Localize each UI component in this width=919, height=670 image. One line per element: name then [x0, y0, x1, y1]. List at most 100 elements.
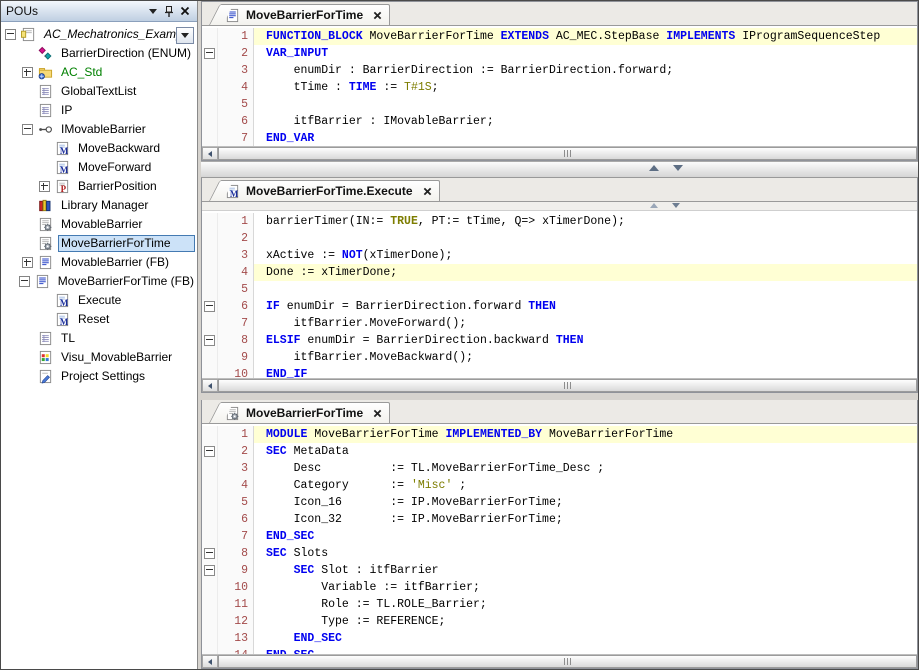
code-line[interactable]: 10 Variable := itfBarrier; [202, 579, 917, 596]
collapse-down-icon[interactable] [672, 203, 680, 208]
collapse-down-icon[interactable] [673, 165, 683, 171]
code-line[interactable]: 10END_IF [202, 366, 917, 378]
code-line[interactable]: 5 [202, 281, 917, 298]
collapse-icon[interactable] [5, 29, 16, 40]
fold-toggle-icon[interactable] [204, 565, 215, 576]
tab-movebarrierfortime-declaration[interactable]: MoveBarrierForTime [220, 4, 390, 25]
scroll-left-button[interactable] [202, 655, 218, 668]
fold-toggle-icon[interactable] [204, 446, 215, 457]
code-line[interactable]: 1MODULE MoveBarrierForTime IMPLEMENTED_B… [202, 426, 917, 443]
library-manager-icon [38, 198, 55, 214]
pin-button[interactable] [161, 4, 177, 19]
fold-margin [202, 315, 218, 332]
code-line[interactable]: 2VAR_INPUT [202, 45, 917, 62]
scrollbar-track[interactable] [218, 147, 917, 160]
tree-item-barrierdirection-enum[interactable]: BarrierDirection (ENUM) [1, 44, 197, 63]
tree-item-project-settings[interactable]: Project Settings [1, 367, 197, 386]
code-line-text: VAR_INPUT [254, 45, 917, 62]
code-line[interactable]: 4Done := xTimerDone; [202, 264, 917, 281]
code-line[interactable]: 3 enumDir : BarrierDirection := BarrierD… [202, 62, 917, 79]
collapse-icon[interactable] [22, 124, 33, 135]
scrollbar-thumb[interactable] [218, 379, 917, 392]
code-line[interactable]: 13 END_SEC [202, 630, 917, 647]
code-line[interactable]: 4 Category := 'Misc' ; [202, 477, 917, 494]
collapse-up-icon[interactable] [650, 203, 658, 208]
method-icon: M [55, 141, 72, 157]
code-editor-declaration[interactable]: 1FUNCTION_BLOCK MoveBarrierForTime EXTEN… [202, 26, 917, 146]
code-line[interactable]: 7END_SEC [202, 528, 917, 545]
tree-item-visu-movablebarrier[interactable]: Visu_MovableBarrier [1, 348, 197, 367]
scroll-left-button[interactable] [202, 147, 218, 160]
tree-item-movebackward[interactable]: MMoveBackward [1, 139, 197, 158]
tree-item-reset[interactable]: MReset [1, 310, 197, 329]
tree-item-ip[interactable]: IP [1, 101, 197, 120]
scrollbar-thumb[interactable] [218, 655, 917, 668]
fold-margin [202, 579, 218, 596]
pane-splitter[interactable] [201, 161, 918, 178]
code-line-text: tTime : TIME := T#1S; [254, 79, 917, 96]
tab-movebarrierfortime-execute[interactable]: M MoveBarrierForTime.Execute [220, 180, 440, 201]
code-line[interactable]: 7 itfBarrier.MoveForward(); [202, 315, 917, 332]
fold-toggle-icon[interactable] [204, 548, 215, 559]
code-line[interactable]: 2SEC MetaData [202, 443, 917, 460]
code-line[interactable]: 6 Icon_32 := IP.MoveBarrierForTime; [202, 511, 917, 528]
tree-item-library-manager[interactable]: Library Manager [1, 196, 197, 215]
expand-icon[interactable] [22, 67, 33, 78]
tree-item-movebarrierfortime[interactable]: MoveBarrierForTime [1, 234, 197, 253]
code-line[interactable]: 2 [202, 230, 917, 247]
code-line[interactable]: 11 Role := TL.ROLE_Barrier; [202, 596, 917, 613]
code-line[interactable]: 4 tTime : TIME := T#1S; [202, 79, 917, 96]
tree-item-tl[interactable]: TL [1, 329, 197, 348]
code-line[interactable]: 3 Desc := TL.MoveBarrierForTime_Desc ; [202, 460, 917, 477]
scrollbar-track[interactable] [218, 655, 917, 668]
scrollbar-track[interactable] [218, 379, 917, 392]
tab-close-button[interactable] [373, 409, 382, 418]
code-line[interactable]: 1FUNCTION_BLOCK MoveBarrierForTime EXTEN… [202, 28, 917, 45]
tab-close-button[interactable] [373, 11, 382, 20]
code-line[interactable]: 1barrierTimer(IN:= TRUE, PT:= tTime, Q=>… [202, 213, 917, 230]
fold-margin [202, 647, 218, 654]
code-line[interactable]: 12 Type := REFERENCE; [202, 613, 917, 630]
code-line[interactable]: 9 itfBarrier.MoveBackward(); [202, 349, 917, 366]
tab-close-button[interactable] [423, 187, 432, 196]
code-line[interactable]: 5 [202, 96, 917, 113]
h-scrollbar[interactable] [202, 378, 917, 392]
tree-item-movablebarrier[interactable]: MovableBarrier [1, 215, 197, 234]
tree-item-ac-std[interactable]: AC_Std [1, 63, 197, 82]
tree-item-globaltextlist[interactable]: GlobalTextList [1, 82, 197, 101]
scroll-left-button[interactable] [202, 379, 218, 392]
panel-close-button[interactable] [177, 4, 193, 19]
fold-toggle-icon[interactable] [204, 301, 215, 312]
tab-movebarrierfortime-module[interactable]: MoveBarrierForTime [220, 402, 390, 423]
tree-item-execute[interactable]: MExecute [1, 291, 197, 310]
h-scrollbar[interactable] [202, 654, 917, 668]
fold-toggle-icon[interactable] [204, 335, 215, 346]
code-line[interactable]: 3xActive := NOT(xTimerDone); [202, 247, 917, 264]
code-line[interactable]: 6IF enumDir = BarrierDirection.forward T… [202, 298, 917, 315]
code-line[interactable]: 7END_VAR [202, 130, 917, 146]
tree-item-ac-mechatronics-example[interactable]: AC_Mechatronics_Example [1, 25, 197, 44]
code-line[interactable]: 14END_SEC [202, 647, 917, 654]
code-editor-module[interactable]: 1MODULE MoveBarrierForTime IMPLEMENTED_B… [202, 424, 917, 654]
expand-icon[interactable] [22, 257, 33, 268]
tree-item-moveforward[interactable]: MMoveForward [1, 158, 197, 177]
code-editor-execute[interactable]: 1barrierTimer(IN:= TRUE, PT:= tTime, Q=>… [202, 211, 917, 378]
h-scrollbar[interactable] [202, 146, 917, 160]
panel-menu-button[interactable] [145, 4, 161, 19]
code-line[interactable]: 8SEC Slots [202, 545, 917, 562]
code-line[interactable]: 8ELSIF enumDir = BarrierDirection.backwa… [202, 332, 917, 349]
project-dropdown-button[interactable] [176, 27, 194, 44]
tree-item-imovablebarrier[interactable]: IMovableBarrier [1, 120, 197, 139]
collapse-up-icon[interactable] [649, 165, 659, 171]
line-number: 5 [218, 281, 254, 298]
code-line[interactable]: 5 Icon_16 := IP.MoveBarrierForTime; [202, 494, 917, 511]
expand-icon[interactable] [39, 181, 50, 192]
scrollbar-thumb[interactable] [218, 147, 917, 160]
fold-toggle-icon[interactable] [204, 48, 215, 59]
code-line[interactable]: 9 SEC Slot : itfBarrier [202, 562, 917, 579]
tree-item-movebarrierfortime-fb[interactable]: MoveBarrierForTime (FB) [1, 272, 197, 291]
code-line[interactable]: 6 itfBarrier : IMovableBarrier; [202, 113, 917, 130]
collapse-icon[interactable] [19, 276, 30, 287]
tree-item-barrierposition[interactable]: PBarrierPosition [1, 177, 197, 196]
tree-item-movablebarrier-fb[interactable]: MovableBarrier (FB) [1, 253, 197, 272]
